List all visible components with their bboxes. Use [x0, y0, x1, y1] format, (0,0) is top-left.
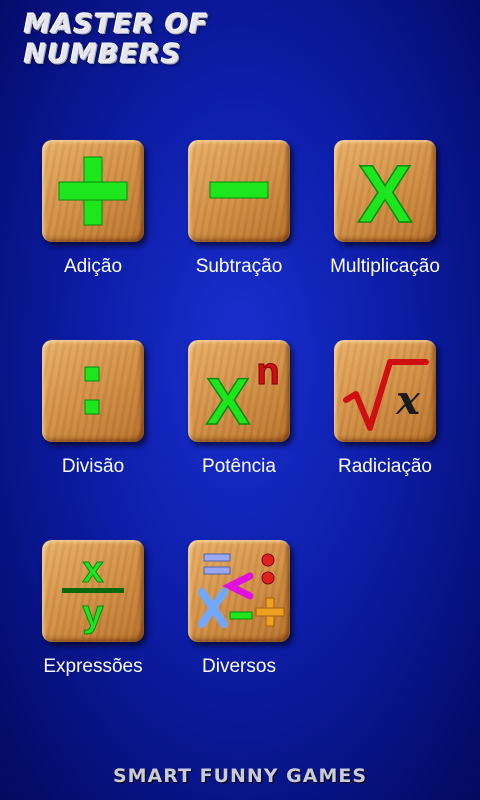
fraction-denominator-glyph: y	[82, 593, 103, 635]
mixed-symbols-icon	[198, 553, 285, 628]
menu-item-potencia[interactable]: X n Potência	[166, 340, 312, 478]
expressoes-button[interactable]: x y	[42, 540, 144, 642]
plus-icon	[58, 156, 128, 226]
adicao-button[interactable]	[42, 140, 144, 242]
fraction-icon: x y	[62, 549, 124, 636]
divisao-button[interactable]	[42, 340, 144, 442]
menu-item-diversos[interactable]: Diversos	[166, 540, 312, 678]
divisao-label: Divisão	[61, 456, 125, 477]
app-title-line1: MASTER OF	[24, 9, 209, 40]
diversos-label: Diversos	[202, 656, 276, 677]
multiplicacao-label: Multiplicação	[330, 256, 440, 277]
power-exponent-glyph: n	[256, 351, 279, 393]
radiciacao-button[interactable]: x	[334, 340, 436, 442]
minus-icon	[209, 181, 269, 199]
subtracao-button[interactable]	[188, 140, 290, 242]
footer-brand: SMART FUNNY GAMES	[112, 765, 368, 787]
power-base-glyph: X	[206, 364, 250, 438]
menu-item-radiciacao[interactable]: x Radiciação	[312, 340, 458, 478]
app-title-line2: NUMBERS	[24, 39, 182, 70]
potencia-label: Potência	[202, 456, 276, 477]
fraction-numerator-glyph: x	[82, 549, 103, 591]
root-icon: x	[343, 359, 429, 431]
power-icon: X n	[205, 351, 280, 439]
times-icon: X	[357, 148, 413, 241]
radiciacao-label: Radiciação	[338, 456, 432, 477]
subtracao-label: Subtração	[195, 256, 283, 277]
menu-item-adicao[interactable]: Adição	[20, 140, 166, 278]
adicao-label: Adição	[63, 256, 123, 277]
menu-item-multiplicacao[interactable]: X Multiplicação	[312, 140, 458, 278]
menu-item-expressoes[interactable]: x y Expressões	[20, 540, 166, 678]
times-glyph: X	[358, 149, 413, 240]
potencia-button[interactable]: X n	[188, 340, 290, 442]
menu-item-subtracao[interactable]: Subtração	[166, 140, 312, 278]
diversos-button[interactable]	[188, 540, 290, 642]
menu-item-divisao[interactable]: Divisão	[20, 340, 166, 478]
root-variable-glyph: x	[395, 377, 421, 424]
app-title: MASTER OF NUMBERS	[24, 10, 264, 70]
expressoes-label: Expressões	[43, 656, 143, 677]
multiplicacao-button[interactable]: X	[334, 140, 436, 242]
colon-icon	[84, 366, 100, 415]
